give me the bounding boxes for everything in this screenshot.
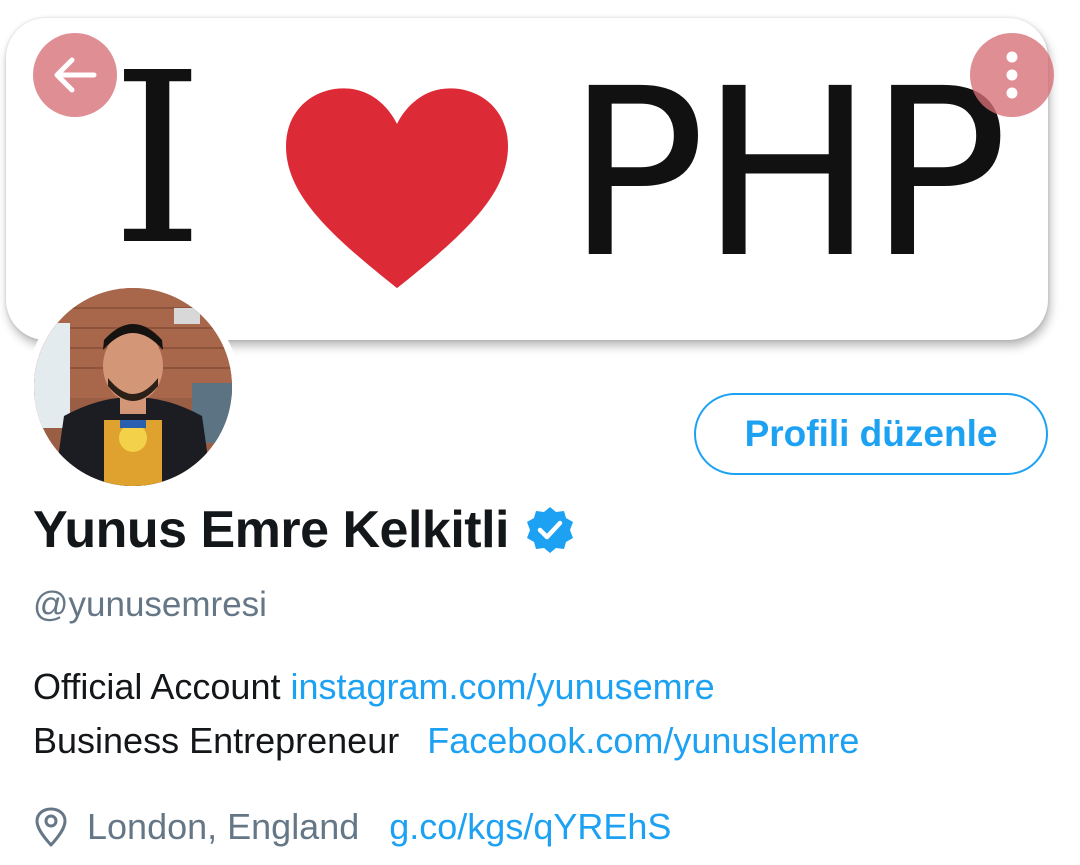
location-pin-icon [35,807,67,847]
bio-text-2: Business Entrepreneur [33,720,410,761]
edit-profile-button[interactable]: Profili düzenle [694,393,1048,475]
arrow-left-icon [54,57,97,93]
verified-badge-icon [527,507,573,553]
bio-line-2: Business Entrepreneur Facebook.com/yunus… [33,720,859,762]
heart-icon [286,88,508,289]
display-name: Yunus Emre Kelkitli [33,501,510,559]
avatar[interactable] [27,281,239,493]
location-text: London, England [87,806,360,847]
bio-link-facebook[interactable]: Facebook.com/yunuslemre [427,720,859,761]
website-link[interactable]: g.co/kgs/qYREhS [389,806,671,848]
profile-page: I PHP Profili düzenle Yunus Emre Kelkitl… [0,0,1080,865]
banner-letter-i: I [111,22,205,297]
location-row: London, England g.co/kgs/qYREhS [33,806,671,848]
name-row: Yunus Emre Kelkitli [33,500,575,560]
more-options-button[interactable] [970,33,1054,117]
back-button[interactable] [33,33,117,117]
avatar-photo [34,288,232,486]
banner-php-text: PHP [566,39,1008,309]
bio-link-instagram[interactable]: instagram.com/yunusemre [290,666,714,707]
username-handle: @yunusemresi [33,585,267,624]
bio-text-1: Official Account [33,666,291,707]
more-vertical-icon [1006,51,1018,99]
bio-line-1: Official Account instagram.com/yunusemre [33,666,715,708]
